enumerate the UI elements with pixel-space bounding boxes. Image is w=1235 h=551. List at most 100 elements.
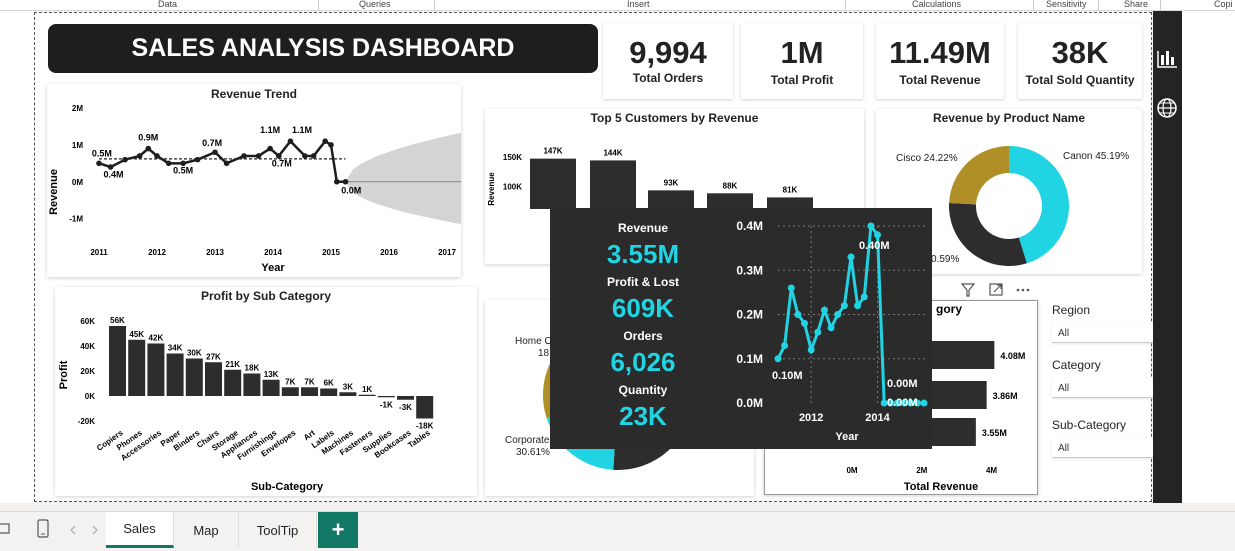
data-point[interactable] [774, 355, 782, 363]
data-point[interactable] [212, 149, 218, 156]
bar[interactable] [281, 387, 299, 396]
kpi-total-sold-quantity[interactable]: 38K Total Sold Quantity [1018, 23, 1142, 99]
data-point[interactable] [874, 231, 882, 239]
data-point[interactable] [334, 178, 340, 185]
data-point[interactable] [840, 302, 848, 310]
y-tick-label: 0.3M [736, 263, 763, 277]
ribbon-group-insert[interactable]: Insert [627, 0, 650, 9]
data-point[interactable] [241, 153, 247, 159]
data-point[interactable] [145, 145, 152, 152]
bar[interactable] [648, 190, 694, 209]
mobile-view-icon[interactable] [37, 519, 49, 538]
kpi-total-revenue[interactable]: 11.49M Total Revenue [876, 23, 1004, 99]
scroll-left-icon[interactable] [70, 525, 76, 535]
data-point[interactable] [165, 160, 172, 167]
data-point[interactable] [122, 156, 128, 163]
kpi-label: Total Profit [770, 73, 834, 87]
data-point[interactable] [255, 153, 262, 159]
y-tick-label: -20K [78, 417, 96, 426]
bar[interactable] [166, 353, 184, 397]
data-point[interactable] [154, 153, 160, 159]
slice-label-cisco: Cisco 24.22% [896, 153, 958, 164]
bar[interactable] [109, 326, 126, 396]
data-point[interactable] [801, 319, 809, 327]
kpi-label: Total Revenue [899, 73, 981, 87]
bar[interactable] [224, 369, 242, 396]
bar[interactable] [262, 379, 280, 396]
bar[interactable] [377, 396, 395, 398]
bar[interactable] [358, 394, 376, 396]
x-tick-label: 4M [986, 466, 997, 475]
data-point[interactable] [310, 153, 317, 159]
bar[interactable] [416, 396, 434, 419]
data-point[interactable] [814, 328, 822, 336]
data-point[interactable] [827, 324, 835, 332]
kpi-value: 38K [1051, 35, 1109, 70]
kpi-value: 9,994 [629, 35, 707, 70]
bar[interactable] [397, 396, 414, 400]
globe-icon[interactable] [1157, 98, 1177, 118]
ribbon-group-copilot[interactable]: Copi [1214, 0, 1233, 9]
y-tick-label: 20K [80, 367, 95, 376]
x-axis-label: Sub-Category [251, 481, 324, 493]
x-tick-label: 0M [846, 466, 857, 475]
data-point[interactable] [302, 153, 308, 159]
data-label: 45K [129, 330, 144, 339]
data-point[interactable] [854, 302, 862, 310]
x-tick-label: Tables [406, 428, 432, 450]
data-point[interactable] [794, 311, 802, 318]
data-point[interactable] [322, 138, 329, 144]
data-point[interactable] [223, 160, 230, 167]
data-point[interactable] [136, 153, 143, 159]
bar[interactable] [205, 362, 222, 396]
kpi-total-orders[interactable]: 9,994 Total Orders [603, 23, 733, 99]
focus-mode-icon[interactable] [989, 283, 1003, 296]
bar-chart-icon[interactable] [1157, 51, 1177, 68]
tab-map[interactable]: Map [174, 512, 239, 548]
ribbon-group-data[interactable]: Data [158, 0, 177, 9]
scroll-right-icon[interactable] [92, 525, 98, 535]
bar[interactable] [185, 358, 203, 397]
kpi-total-profit[interactable]: 1M Total Profit [741, 23, 863, 99]
data-point[interactable] [342, 178, 349, 185]
x-axis-label: Year [261, 262, 285, 274]
ribbon-group-calculations[interactable]: Calculations [912, 0, 961, 9]
desktop-view-icon[interactable] [0, 523, 10, 534]
data-point[interactable] [820, 306, 828, 314]
data-point[interactable] [96, 160, 102, 167]
data-point[interactable] [267, 145, 273, 152]
tab-tooltip[interactable]: ToolTip [239, 512, 317, 548]
tab-sales[interactable]: Sales [106, 512, 174, 548]
filter-icon[interactable] [960, 283, 976, 297]
add-page-button[interactable]: + [318, 512, 358, 548]
y-tick-label: 150K [503, 153, 522, 162]
data-point[interactable] [807, 346, 815, 354]
bar[interactable] [590, 160, 636, 209]
data-point[interactable] [860, 293, 868, 301]
ribbon-group-share[interactable]: Share [1124, 0, 1148, 9]
bar[interactable] [128, 339, 146, 396]
bar[interactable] [339, 392, 357, 396]
y-tick-label: 0.2M [736, 308, 763, 322]
ribbon-group-queries[interactable]: Queries [359, 0, 391, 9]
data-point[interactable] [328, 142, 334, 148]
data-point[interactable] [847, 253, 855, 261]
bar[interactable] [147, 343, 165, 397]
data-point[interactable] [781, 341, 789, 349]
data-point[interactable] [920, 399, 928, 407]
bar[interactable] [530, 158, 576, 209]
donut-slice[interactable] [949, 146, 1009, 205]
data-point[interactable] [867, 222, 875, 230]
bar[interactable] [243, 373, 261, 397]
bar[interactable] [707, 193, 753, 209]
donut-slice[interactable] [949, 203, 1027, 266]
data-point[interactable] [834, 311, 842, 318]
data-point[interactable] [194, 156, 201, 163]
data-point[interactable] [287, 138, 294, 144]
more-options-icon[interactable] [1016, 288, 1030, 292]
data-point[interactable] [787, 284, 795, 292]
canvas-left-margin [0, 11, 34, 503]
bar[interactable] [320, 388, 338, 397]
bar[interactable] [301, 387, 318, 396]
ribbon-group-sensitivity[interactable]: Sensitivity [1046, 0, 1087, 9]
